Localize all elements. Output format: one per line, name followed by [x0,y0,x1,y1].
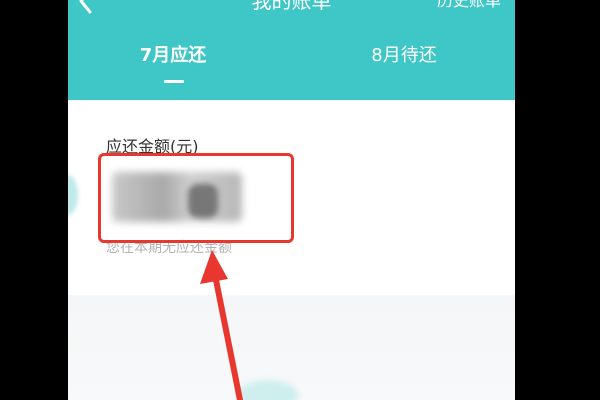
annotation-arrow [200,250,243,400]
